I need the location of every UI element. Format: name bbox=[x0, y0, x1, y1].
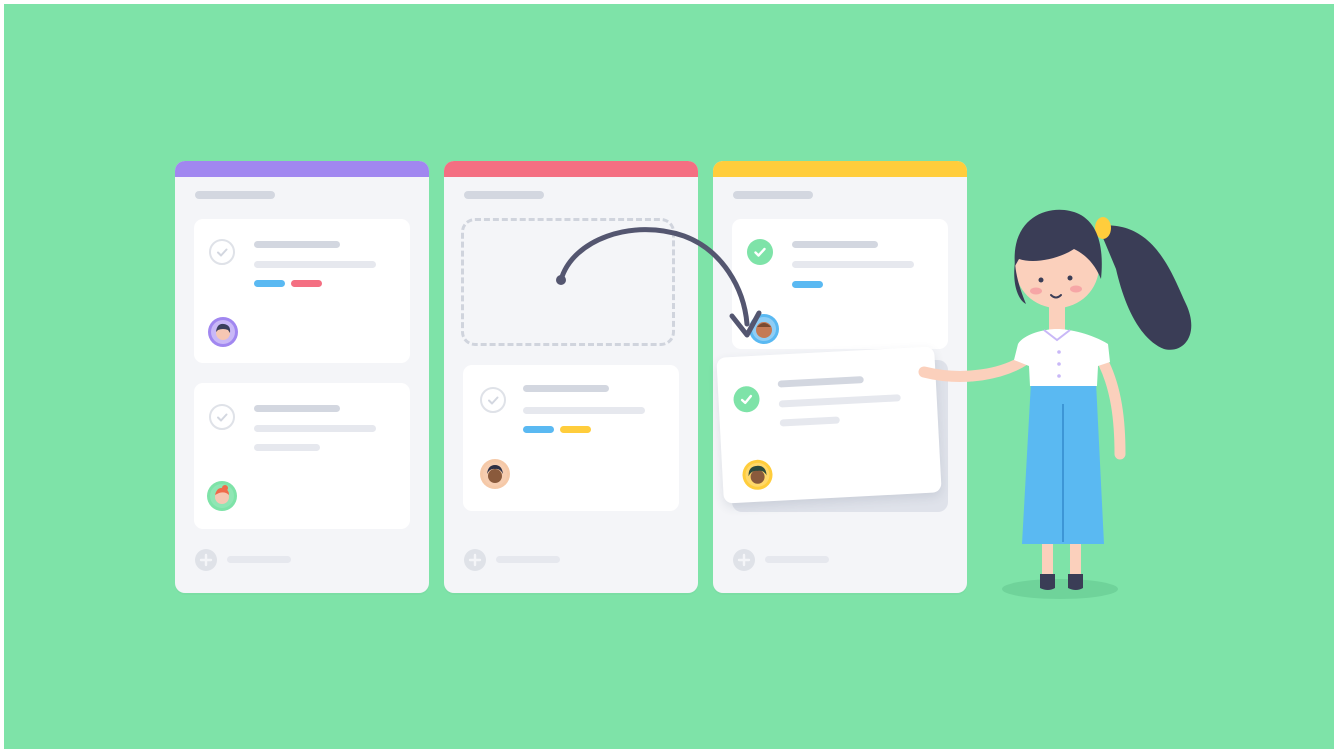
drag-arrow-icon bbox=[556, 227, 762, 338]
illustration-canvas bbox=[4, 4, 1334, 749]
woman-character-illustration bbox=[918, 209, 1192, 599]
